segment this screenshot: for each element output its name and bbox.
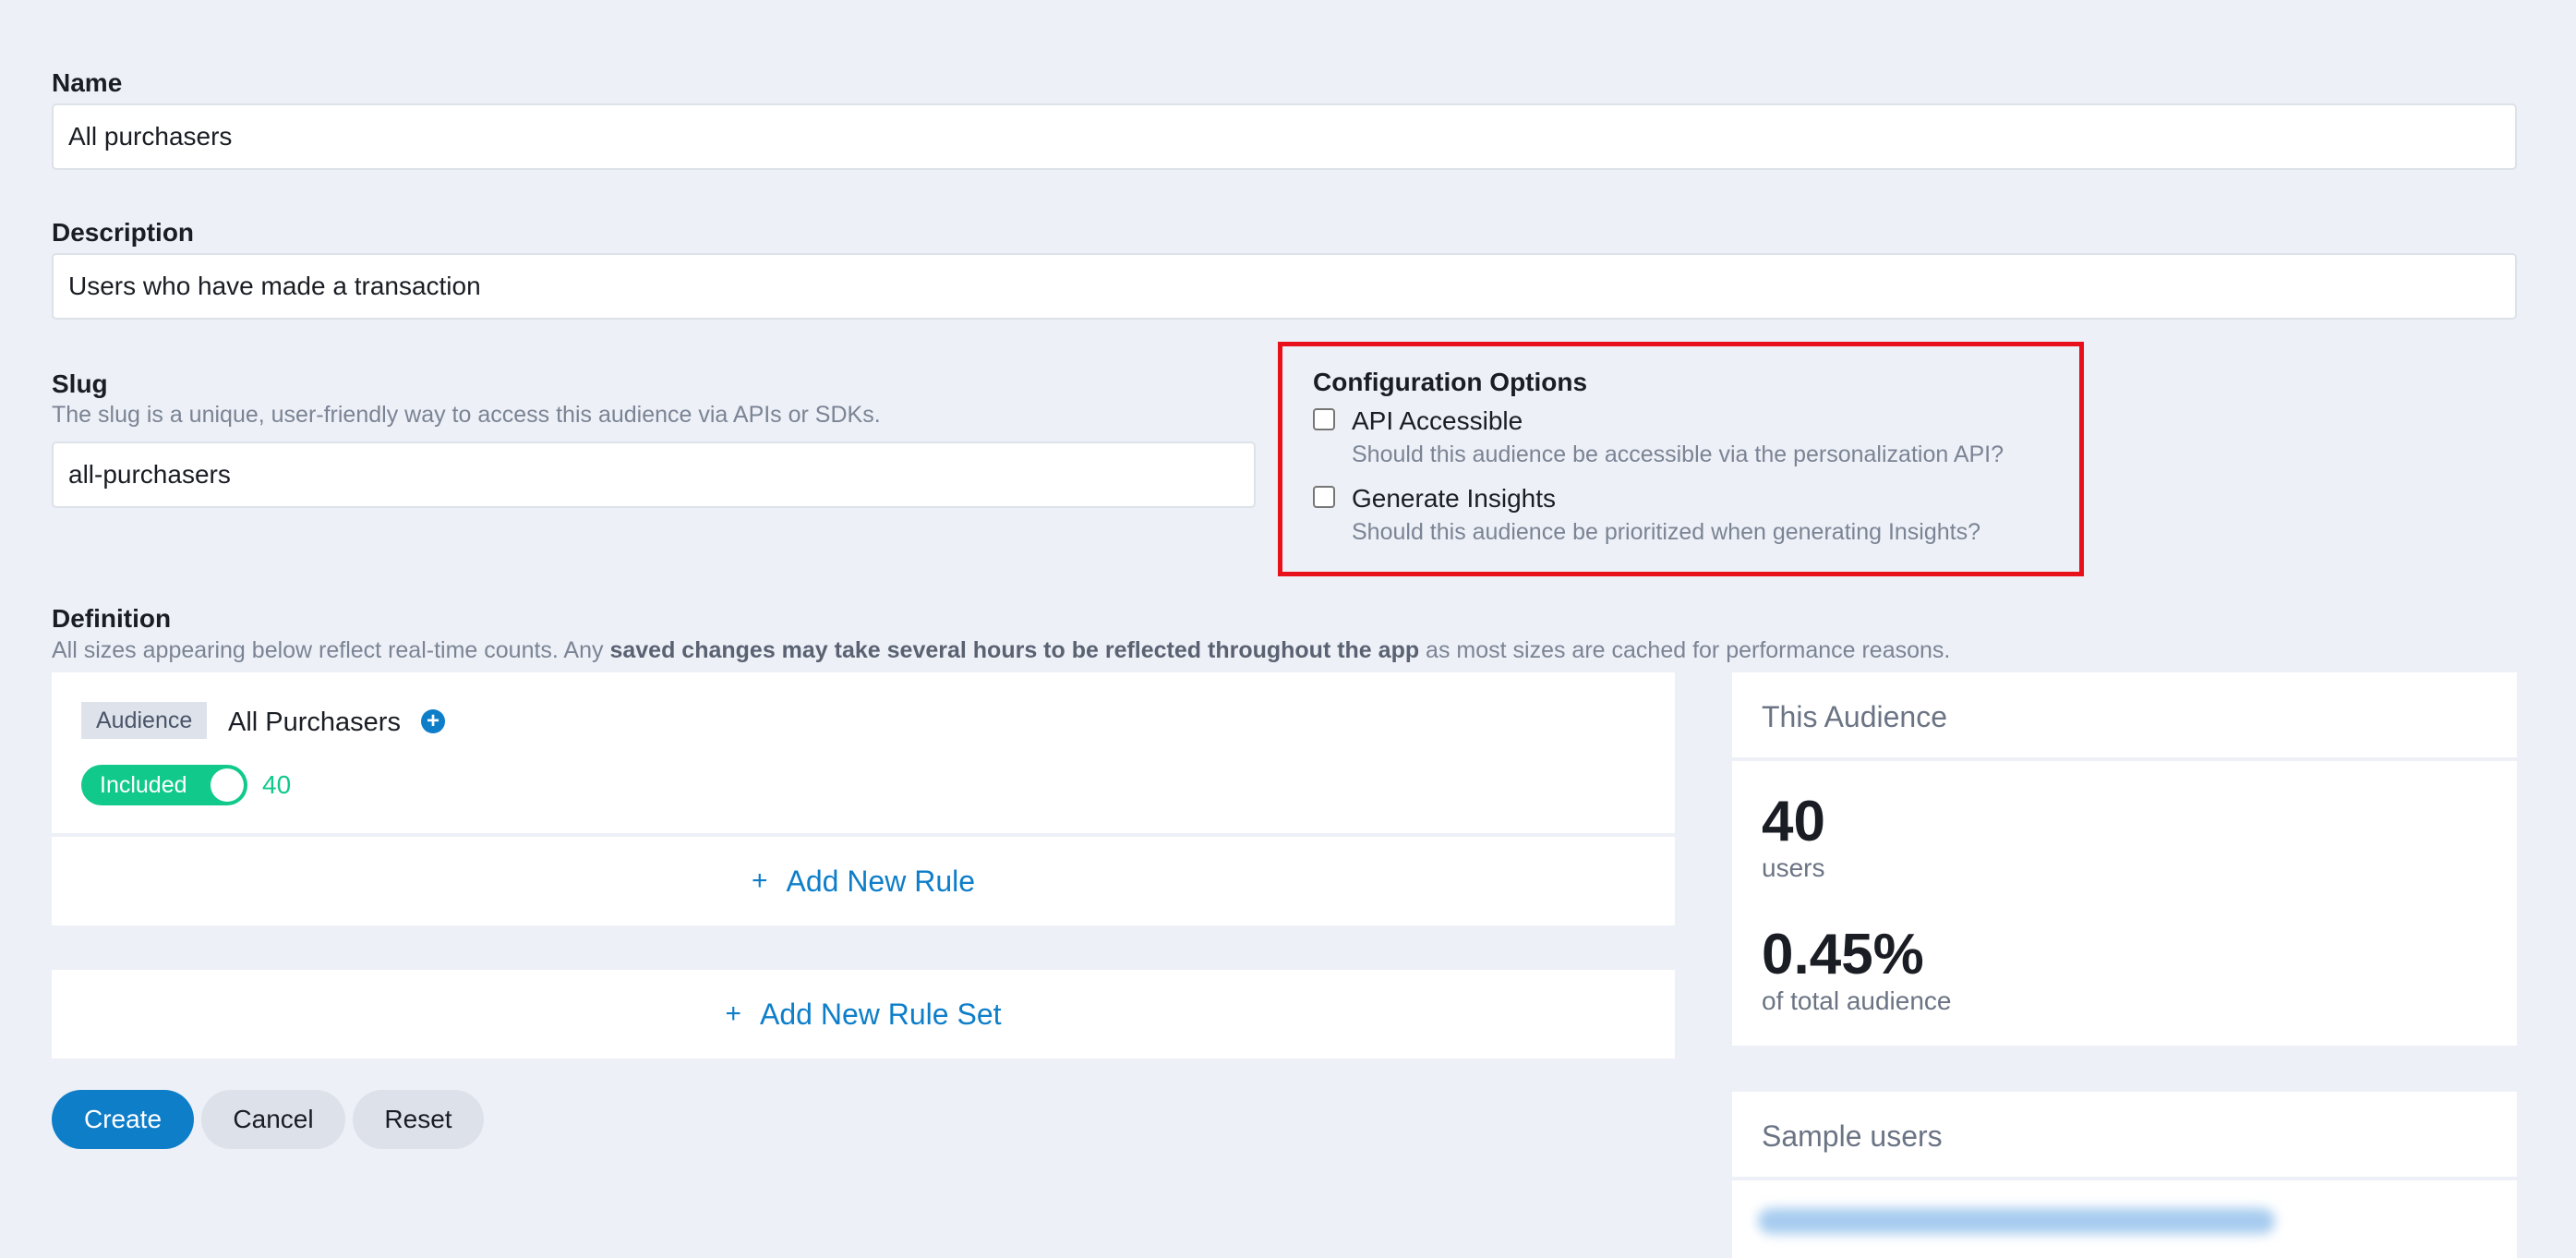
rule-type-tag: Audience	[81, 702, 208, 739]
definition-hint-prefix: All sizes appearing below reflect real-t…	[52, 637, 610, 663]
audience-percentage-label: of total audience	[1762, 986, 1952, 1015]
this-audience-title: This Audience	[1762, 700, 1948, 733]
slug-input[interactable]: all-purchasers	[52, 442, 1256, 508]
definition-label: Definition	[52, 604, 172, 633]
cancel-button[interactable]: Cancel	[201, 1090, 345, 1149]
add-new-rule-set-label: Add New Rule Set	[760, 997, 1002, 1031]
generate-insights-label[interactable]: Generate Insights	[1352, 484, 1556, 514]
rule-card	[52, 672, 1675, 833]
api-accessible-label[interactable]: API Accessible	[1352, 406, 1523, 436]
included-toggle[interactable]: Included	[81, 765, 247, 805]
add-new-rule-button[interactable]: + Add New Rule	[52, 837, 1675, 925]
api-accessible-checkbox[interactable]	[1313, 408, 1335, 430]
sample-user-email-redacted[interactable]	[1758, 1208, 2275, 1234]
create-button[interactable]: Create	[52, 1090, 194, 1149]
sample-users-title: Sample users	[1762, 1119, 1943, 1153]
rule-count: 40	[262, 770, 292, 799]
configuration-options-title: Configuration Options	[1313, 368, 1588, 396]
reset-button[interactable]: Reset	[353, 1090, 484, 1149]
definition-hint-bold: saved changes may take several hours to …	[609, 637, 1420, 663]
name-label: Name	[52, 68, 123, 97]
generate-insights-checkbox[interactable]	[1313, 486, 1335, 508]
included-toggle-label: Included	[100, 771, 187, 798]
description-input[interactable]: Users who have made a transaction	[52, 253, 2517, 320]
name-input[interactable]: All purchasers	[52, 103, 2517, 170]
description-label: Description	[52, 218, 195, 247]
slug-label: Slug	[52, 369, 108, 398]
users-count-label: users	[1762, 853, 1825, 882]
generate-insights-hint: Should this audience be prioritized when…	[1352, 519, 1981, 545]
slug-hint: The slug is a unique, user-friendly way …	[52, 402, 881, 428]
toggle-knob	[211, 768, 244, 802]
definition-hint-suffix: as most sizes are cached for performance…	[1419, 637, 1951, 663]
add-condition-icon[interactable]: +	[421, 709, 445, 733]
plus-icon: +	[725, 998, 742, 1029]
add-new-rule-set-button[interactable]: + Add New Rule Set	[52, 970, 1675, 1058]
definition-hint: All sizes appearing below reflect real-t…	[52, 637, 1950, 664]
add-new-rule-label: Add New Rule	[786, 864, 976, 898]
plus-icon: +	[751, 865, 768, 896]
users-count: 40	[1762, 790, 1825, 853]
api-accessible-hint: Should this audience be accessible via t…	[1352, 442, 2004, 467]
rule-name: All Purchasers	[228, 708, 401, 737]
audience-percentage: 0.45%	[1762, 923, 1924, 986]
